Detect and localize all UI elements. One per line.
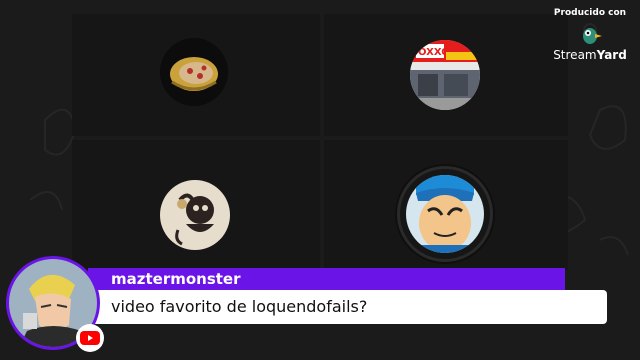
monkey-cartoon-avatar bbox=[160, 180, 230, 250]
youtube-icon bbox=[76, 324, 104, 352]
comment-text: video favorito de loquendofails? bbox=[111, 297, 368, 316]
pizza-ring-avatar bbox=[160, 38, 228, 106]
streamyard-logo: StreamYard bbox=[550, 48, 630, 62]
produced-by-label: Producido con bbox=[553, 8, 627, 18]
cartoon-face-avatar bbox=[406, 175, 484, 253]
streamyard-bird-icon bbox=[583, 28, 602, 44]
comment-author-bar: maztermonster bbox=[88, 268, 565, 290]
svg-text:OXXO: OXXO bbox=[418, 47, 450, 58]
logo-stream: Stream bbox=[553, 48, 597, 62]
logo-yard: Yard bbox=[596, 48, 627, 62]
oxxo-store-avatar: OXXO bbox=[410, 40, 480, 110]
comment-banner: maztermonster video favorito de loquendo… bbox=[0, 256, 640, 360]
comment-message-box: video favorito de loquendofails? bbox=[88, 290, 607, 324]
streamyard-branding: Producido con StreamYard bbox=[550, 8, 630, 62]
comment-author: maztermonster bbox=[111, 270, 241, 288]
